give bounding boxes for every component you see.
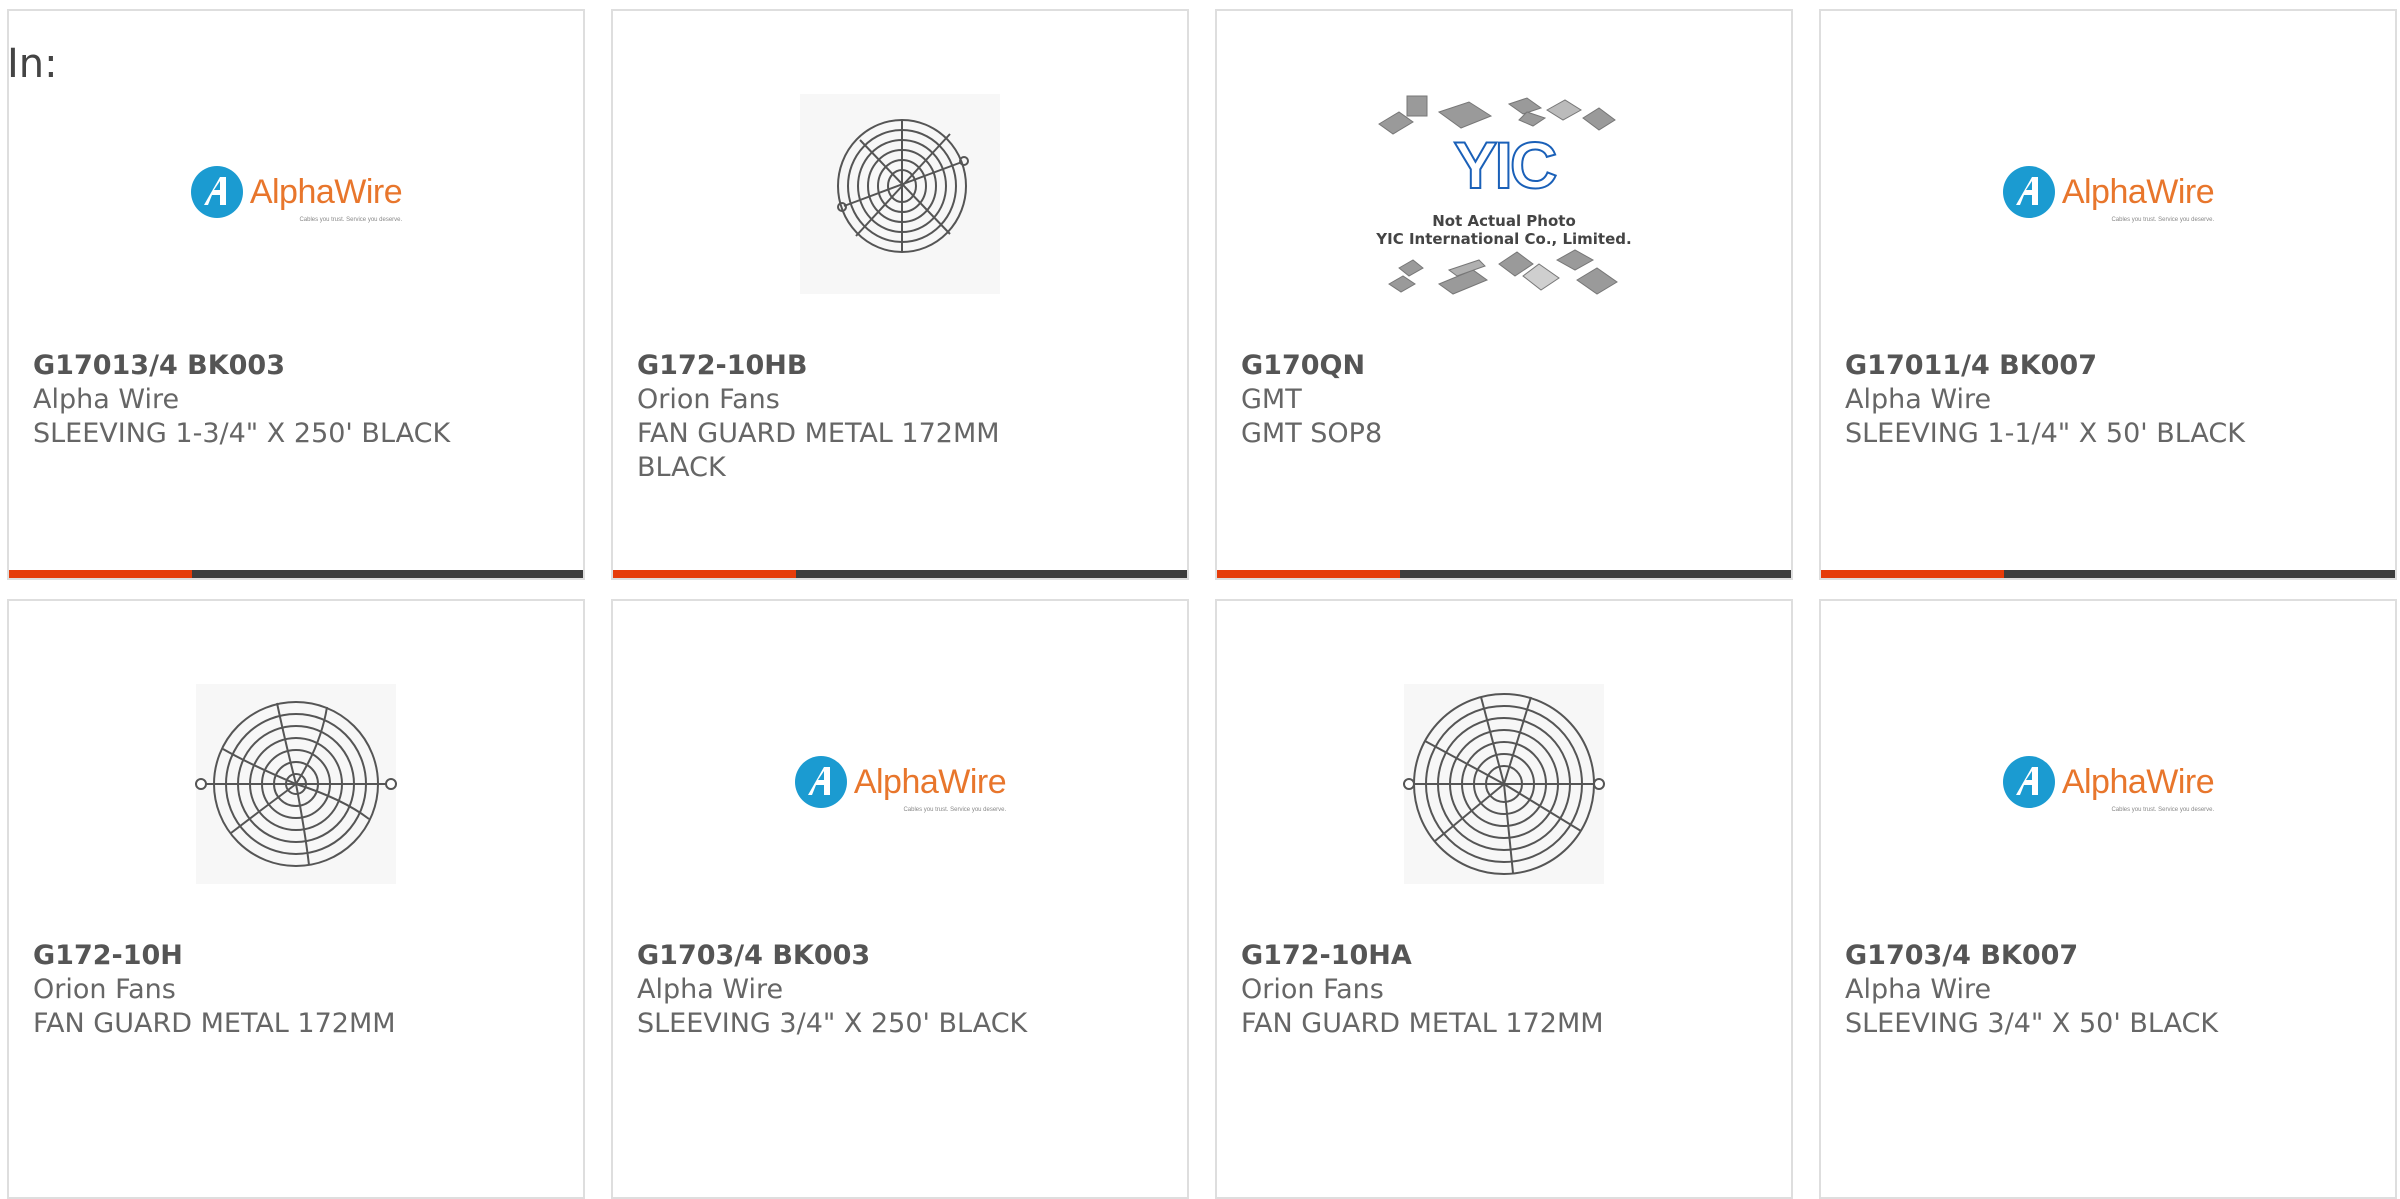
product-info: G17011/4 BK007 Alpha Wire SLEEVING 1-1/4… xyxy=(1845,349,2371,451)
fan-guard-icon xyxy=(1403,684,1605,884)
product-image[interactable]: AlphaWire Cables you trust. Service you … xyxy=(613,669,1187,899)
manufacturer: Alpha Wire xyxy=(1845,974,1992,1005)
manufacturer: Alpha Wire xyxy=(1845,384,1992,415)
alphawire-mark-icon xyxy=(794,756,847,808)
alphawire-logo: AlphaWire Cables you trust. Service you … xyxy=(190,165,403,223)
product-card[interactable]: AlphaWire Cables you trust. Service you … xyxy=(1819,599,2397,1199)
alphawire-logo: AlphaWire Cables you trust. Service you … xyxy=(2002,165,2215,223)
alphawire-mark-icon xyxy=(2002,166,2055,218)
part-number[interactable]: G172-10HA xyxy=(1241,939,1767,973)
product-card[interactable]: G172-10H Orion Fans FAN GUARD METAL 172M… xyxy=(7,599,585,1199)
product-info: G172-10HB Orion Fans FAN GUARD METAL 172… xyxy=(637,349,1163,485)
product-card[interactable]: AlphaWire Cables you trust. Service you … xyxy=(1819,9,2397,580)
description: SLEEVING 1-1/4" X 50' BLACK xyxy=(1845,418,2245,449)
alphawire-logo: AlphaWire Cables you trust. Service you … xyxy=(794,755,1007,813)
yic-logo: YIC xyxy=(1452,128,1558,202)
alphawire-mark-icon xyxy=(190,166,243,218)
product-info: G172-10H Orion Fans FAN GUARD METAL 172M… xyxy=(33,939,559,1041)
product-image[interactable]: AlphaWire Cables you trust. Service you … xyxy=(9,79,583,309)
product-card[interactable]: YIC Not Actual Photo YIC International C… xyxy=(1215,9,1793,580)
card-footer-bar xyxy=(1217,570,1791,578)
alphawire-wordmark: AlphaWire xyxy=(2061,172,2215,211)
alphawire-tagline: Cables you trust. Service you deserve. xyxy=(2111,217,2215,223)
description: GMT SOP8 xyxy=(1241,418,1383,449)
yic-line2: YIC International Co., Limited. xyxy=(1376,230,1632,248)
description: SLEEVING 1-3/4" X 250' BLACK xyxy=(33,418,451,449)
product-info: G17013/4 BK003 Alpha Wire SLEEVING 1-3/4… xyxy=(33,349,559,451)
description: SLEEVING 3/4" X 250' BLACK xyxy=(637,1008,1028,1039)
card-footer-bar xyxy=(9,570,583,578)
alphawire-wordmark: AlphaWire xyxy=(853,762,1007,801)
alphawire-wordmark: AlphaWire xyxy=(2061,762,2215,801)
part-number[interactable]: G1703/4 BK003 xyxy=(637,939,1163,973)
product-card[interactable]: G172-10HB Orion Fans FAN GUARD METAL 172… xyxy=(611,9,1189,580)
product-image[interactable]: AlphaWire Cables you trust. Service you … xyxy=(1821,79,2395,309)
part-number[interactable]: G172-10H xyxy=(33,939,559,973)
fan-guard-icon xyxy=(800,94,1000,294)
part-number[interactable]: G17013/4 BK003 xyxy=(33,349,559,383)
manufacturer: Orion Fans xyxy=(1241,974,1384,1005)
alphawire-logo: AlphaWire Cables you trust. Service you … xyxy=(2002,755,2215,813)
alphawire-tagline: Cables you trust. Service you deserve. xyxy=(903,807,1007,813)
product-card[interactable]: AlphaWire Cables you trust. Service you … xyxy=(7,9,585,580)
yic-line1: Not Actual Photo xyxy=(1432,212,1576,230)
manufacturer: Alpha Wire xyxy=(33,384,180,415)
product-image[interactable]: YIC Not Actual Photo YIC International C… xyxy=(1217,79,1791,309)
card-accent xyxy=(1821,570,2004,578)
card-footer-bar xyxy=(613,570,1187,578)
card-accent xyxy=(9,570,192,578)
product-info: G1703/4 BK003 Alpha Wire SLEEVING 3/4" X… xyxy=(637,939,1163,1041)
card-accent xyxy=(1217,570,1400,578)
alphawire-wordmark: AlphaWire xyxy=(249,172,403,211)
part-number[interactable]: G1703/4 BK007 xyxy=(1845,939,2371,973)
product-image[interactable]: AlphaWire Cables you trust. Service you … xyxy=(1821,669,2395,899)
card-accent xyxy=(613,570,796,578)
product-image[interactable] xyxy=(613,79,1187,309)
product-card[interactable]: AlphaWire Cables you trust. Service you … xyxy=(611,599,1189,1199)
manufacturer: Orion Fans xyxy=(637,384,780,415)
not-actual-photo-placeholder: YIC Not Actual Photo YIC International C… xyxy=(1369,74,1639,314)
card-footer-bar xyxy=(1821,570,2395,578)
description: SLEEVING 3/4" X 50' BLACK xyxy=(1845,1008,2219,1039)
alphawire-tagline: Cables you trust. Service you deserve. xyxy=(299,217,403,223)
part-number[interactable]: G172-10HB xyxy=(637,349,1163,383)
product-image[interactable] xyxy=(1217,669,1791,899)
description: FAN GUARD METAL 172MM BLACK xyxy=(637,418,1000,483)
manufacturer: GMT xyxy=(1241,384,1302,415)
description: FAN GUARD METAL 172MM xyxy=(1241,1008,1604,1039)
manufacturer: Orion Fans xyxy=(33,974,176,1005)
alphawire-tagline: Cables you trust. Service you deserve. xyxy=(2111,807,2215,813)
product-info: G172-10HA Orion Fans FAN GUARD METAL 172… xyxy=(1241,939,1767,1041)
filter-label: In: xyxy=(7,41,58,87)
part-number[interactable]: G17011/4 BK007 xyxy=(1845,349,2371,383)
product-image[interactable] xyxy=(9,669,583,899)
product-info: G170QN GMT GMT SOP8 xyxy=(1241,349,1767,451)
alphawire-mark-icon xyxy=(2002,756,2055,808)
fan-guard-icon xyxy=(195,684,397,884)
part-number[interactable]: G170QN xyxy=(1241,349,1767,383)
product-info: G1703/4 BK007 Alpha Wire SLEEVING 3/4" X… xyxy=(1845,939,2371,1041)
manufacturer: Alpha Wire xyxy=(637,974,784,1005)
product-card[interactable]: G172-10HA Orion Fans FAN GUARD METAL 172… xyxy=(1215,599,1793,1199)
description: FAN GUARD METAL 172MM xyxy=(33,1008,396,1039)
